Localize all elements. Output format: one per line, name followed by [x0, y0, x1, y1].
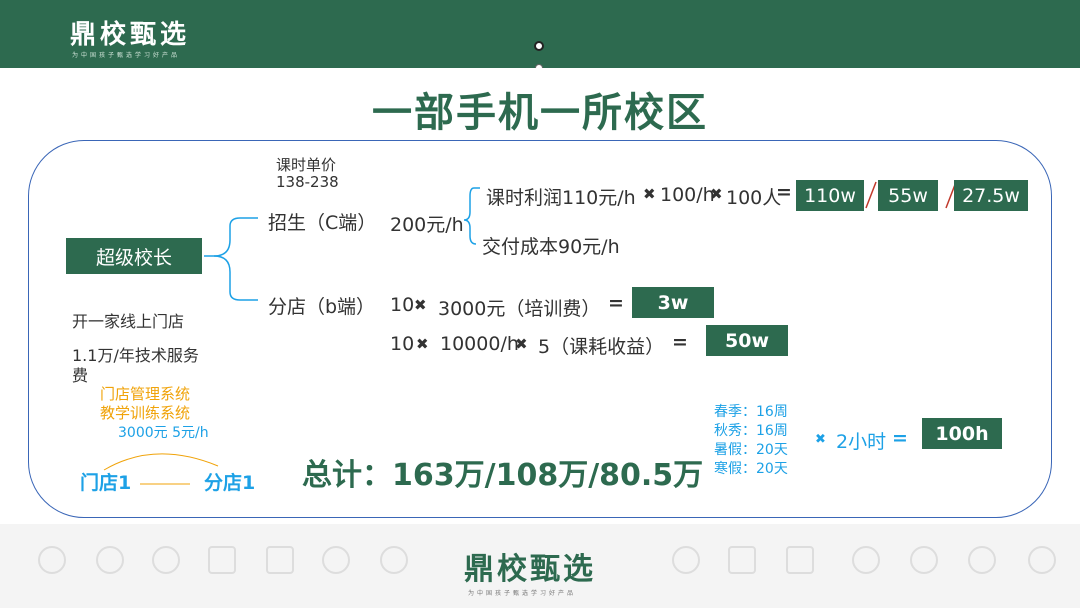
c-end-result-2: 55w [878, 180, 938, 211]
ruler-icon [208, 546, 236, 574]
equals-sign: = [892, 427, 908, 449]
store-1-label: 门店1 [80, 472, 132, 494]
system-note-2: 教学训练系统 [100, 404, 191, 422]
c-end-people: 100人 [726, 187, 782, 209]
footer-bar: 鼎校甄选 为中国孩子甄选学习好产品 [0, 524, 1080, 608]
c-end-result-3: 27.5w [954, 180, 1028, 211]
search-icon [672, 546, 700, 574]
fee-note-line2: 费 [72, 366, 89, 385]
ruler-icon [728, 546, 756, 574]
multiply-icon: ✖ [515, 335, 528, 353]
b-end-result-2: 50w [706, 325, 788, 356]
b-end-line2-b: 10000/h [440, 333, 519, 355]
equals-sign: = [672, 331, 688, 353]
c-end-result-1: 110w [796, 180, 864, 211]
search-icon [152, 546, 180, 574]
footer-logo: 鼎校甄选 [464, 552, 596, 587]
c-end-label: 招生（C端） [268, 212, 377, 234]
season-autumn: 秋秀：16周 [714, 423, 788, 439]
system-note-1: 门店管理系统 [100, 385, 191, 403]
medal-icon [38, 546, 66, 574]
footer-tagline: 为中国孩子甄选学习好产品 [468, 590, 577, 597]
branch-1-label: 分店1 [204, 472, 256, 494]
online-store-note: 开一家线上门店 [72, 312, 185, 331]
medal-icon [1028, 546, 1056, 574]
equals-sign: = [608, 292, 624, 314]
hours-label: 2小时 [836, 431, 887, 453]
b-end-line1-b: 3000元（培训费） [438, 298, 601, 320]
c-end-rate: 100/h [660, 184, 715, 206]
globe-icon [322, 546, 350, 574]
class-price-range: 138-238 [276, 173, 339, 191]
b-end-result-1: 3w [632, 287, 714, 318]
c-end-profit: 课时利润110元/h [486, 187, 636, 209]
globe-icon [852, 546, 880, 574]
hours-result: 100h [922, 418, 1002, 449]
multiply-icon: ✖ [416, 335, 429, 353]
b-end-line2-c: 5（课耗收益） [538, 336, 665, 358]
class-price-label: 课时单价 [276, 156, 337, 174]
bulb-icon [380, 546, 408, 574]
document-icon [266, 546, 294, 574]
season-summer: 暑假：20天 [714, 442, 788, 458]
bulb-icon [96, 546, 124, 574]
total-summary: 总计：163万/108万/80.5万 [302, 458, 704, 493]
equals-sign: = [776, 181, 792, 203]
document-icon [786, 546, 814, 574]
season-spring: 春季：16周 [714, 404, 788, 420]
multiply-icon: ✖ [414, 296, 427, 314]
multiply-icon: ✖ [710, 185, 723, 203]
system-prices: 3000元 5元/h [118, 425, 209, 441]
multiply-icon: ✖ [815, 432, 826, 447]
globe-icon [968, 546, 996, 574]
c-end-cost: 交付成本90元/h [482, 236, 620, 258]
b-end-label: 分店（b端） [268, 296, 376, 318]
c-end-price: 200元/h [390, 214, 464, 236]
season-winter: 寒假：20天 [714, 461, 788, 477]
b-end-line1-a: 10 [390, 294, 415, 316]
fee-note-line1: 1.1万/年技术服务 [72, 346, 199, 365]
b-end-line2-a: 10 [390, 333, 415, 355]
bulb-icon [910, 546, 938, 574]
multiply-icon: ✖ [643, 185, 656, 203]
